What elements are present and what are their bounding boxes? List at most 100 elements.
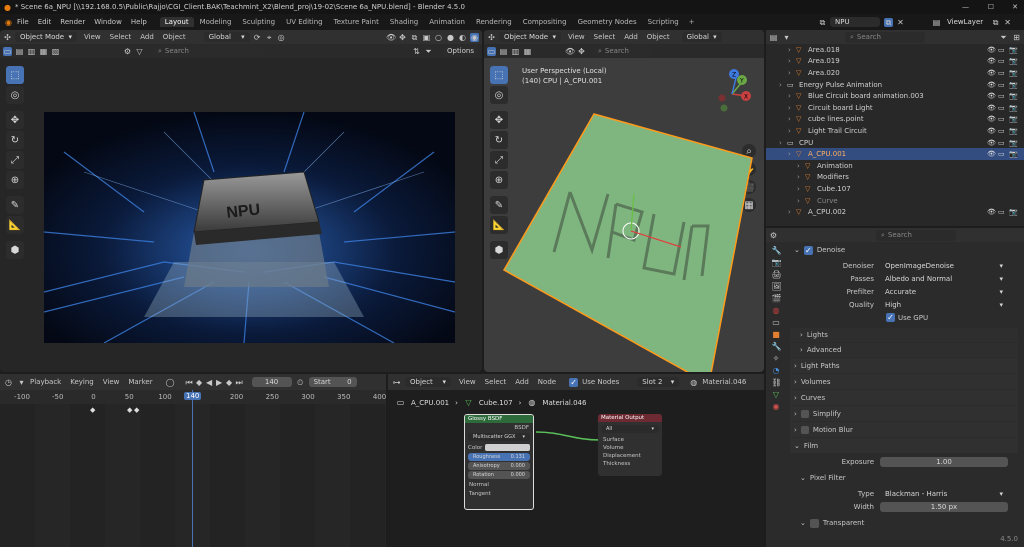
prefilter-dropdown[interactable]: Accurate ▾ <box>880 286 1008 297</box>
select-invert-icon[interactable]: ▦ <box>523 47 532 56</box>
overlay-icon[interactable]: ⧉ <box>410 33 419 42</box>
scale-tool-icon[interactable]: ⤢ <box>6 151 24 169</box>
properties-editor-icon[interactable]: ⚙ <box>769 231 778 240</box>
select-invert-icon[interactable]: ▦ <box>39 47 48 56</box>
outliner-row[interactable]: › ▽ Curve <box>766 195 1024 207</box>
new-scene-icon[interactable]: ⧉ <box>884 17 893 27</box>
close-icon[interactable]: ✕ <box>1012 3 1018 11</box>
outliner-row[interactable]: › ▽ A_CPU.001 👁 ▭ 📷 <box>766 148 1024 160</box>
timeline-menu-view[interactable]: View <box>103 378 120 386</box>
xray-icon[interactable]: ▣ <box>422 33 431 42</box>
maximize-icon[interactable]: ☐ <box>988 3 994 11</box>
shading-material-icon[interactable]: ◐ <box>458 33 467 42</box>
tool-settings-icon[interactable]: ⚙ <box>123 47 132 56</box>
orientation-dropdown[interactable]: Global ▾ <box>203 32 250 42</box>
filter-type-dropdown[interactable]: Blackman - Harris ▾ <box>880 488 1008 499</box>
outliner-row[interactable]: › ▽ Cube.107 <box>766 183 1024 195</box>
tab-texture-paint[interactable]: Texture Paint <box>329 17 384 27</box>
render-disable-icon[interactable]: 📷 <box>1009 150 1020 158</box>
render-disable-icon[interactable]: 📷 <box>1009 57 1020 65</box>
render-tab-icon[interactable]: 📷 <box>772 258 782 267</box>
visibility-eye-icon[interactable]: 👁 <box>987 57 998 65</box>
roughness-field[interactable]: Roughness 0.131 <box>468 453 530 461</box>
render-disable-icon[interactable]: 📷 <box>1009 69 1020 77</box>
disclosure-triangle-icon[interactable]: › <box>788 115 796 123</box>
scene-name-field[interactable]: NPU <box>830 17 880 27</box>
outliner-row[interactable]: › ▽ Modifiers <box>766 172 1024 184</box>
view-layer-name[interactable]: ViewLayer <box>947 18 983 26</box>
rotation-field[interactable]: Rotation 0.000 <box>468 471 530 479</box>
right-menu-view[interactable]: View <box>568 33 585 41</box>
panel-simplify[interactable]: › Simplify <box>790 406 1018 421</box>
annotate-tool-icon[interactable]: ✎ <box>6 196 24 214</box>
tool-tab-icon[interactable]: 🔧 <box>772 246 782 255</box>
right-menu-object[interactable]: Object <box>647 33 670 41</box>
visibility-eye-icon[interactable]: 👁 <box>987 208 998 216</box>
film-panel-header[interactable]: ⌄ Film <box>790 438 1018 453</box>
viewport-disable-icon[interactable]: ▭ <box>998 92 1009 100</box>
tab-sculpting[interactable]: Sculpting <box>237 17 280 27</box>
transparent-checkbox[interactable] <box>809 518 819 528</box>
outliner-row[interactable]: › ▭ Energy Pulse Animation 👁 ▭ 📷 <box>766 79 1024 91</box>
measure-tool-icon[interactable]: 📐 <box>6 216 24 234</box>
viewport-disable-icon[interactable]: ▭ <box>998 57 1009 65</box>
select-subtract-icon[interactable]: ▥ <box>511 47 520 56</box>
next-key-icon[interactable]: ◆ <box>225 378 234 387</box>
viewport-disable-icon[interactable]: ▭ <box>998 81 1009 89</box>
start-frame-field[interactable]: Start 0 <box>308 377 357 387</box>
tab-layout[interactable]: Layout <box>159 17 194 27</box>
visibility-icon[interactable]: 👁 <box>565 47 575 56</box>
world-tab-icon[interactable]: ◍ <box>772 306 781 315</box>
tab-compositing[interactable]: Compositing <box>518 17 572 27</box>
left-menu-add[interactable]: Add <box>140 33 154 41</box>
select-box-icon[interactable]: ▭ <box>487 46 496 56</box>
select-subtract-icon[interactable]: ▥ <box>27 47 36 56</box>
left-menu-view[interactable]: View <box>84 33 101 41</box>
keyframe-diamond[interactable]: ◆ <box>127 406 132 414</box>
scene-tab-icon[interactable]: 🎬 <box>772 294 782 303</box>
disclosure-triangle-icon[interactable]: › <box>788 208 796 216</box>
cursor-tool-icon[interactable]: ◎ <box>6 86 24 104</box>
timeline-menu-marker[interactable]: Marker <box>128 378 152 386</box>
outliner-row[interactable]: › ▽ Area.020 👁 ▭ 📷 <box>766 67 1024 79</box>
keyframe-diamond[interactable]: ◆ <box>90 406 95 414</box>
auto-key-icon[interactable]: ◯ <box>166 378 175 387</box>
current-frame-field[interactable]: 140 <box>251 377 292 387</box>
outliner-search-field[interactable]: ⌕ Search <box>845 31 925 43</box>
color-swatch[interactable] <box>485 444 530 451</box>
right-viewport[interactable]: ✣ Object Mode ▾ View Select Add Object Globa… <box>484 30 764 372</box>
timeline-toggle-icon[interactable]: ▾ <box>17 378 26 387</box>
editor-type-icon[interactable]: ✣ <box>3 33 12 42</box>
display-mode-icon[interactable]: ▾ <box>782 33 791 42</box>
disclosure-triangle-icon[interactable]: › <box>788 92 796 100</box>
subpanel-advanced[interactable]: › Advanced <box>790 343 1018 357</box>
menu-render[interactable]: Render <box>60 18 85 26</box>
sort-icon[interactable]: ⇅ <box>412 47 421 56</box>
data-tab-icon[interactable]: ▽ <box>772 390 781 399</box>
panel-volumes[interactable]: › Volumes <box>790 374 1018 389</box>
view-layer-selector[interactable]: ▤ ViewLayer ⧉ ✕ <box>932 16 1012 28</box>
outliner-row[interactable]: › ▽ Blue Circuit board animation.003 👁 ▭ 📷 <box>766 90 1024 102</box>
disclosure-triangle-icon[interactable]: › <box>797 162 805 170</box>
disclosure-triangle-icon[interactable]: › <box>779 81 787 89</box>
particles-tab-icon[interactable]: ✧ <box>772 354 781 363</box>
select-extend-icon[interactable]: ▤ <box>15 47 24 56</box>
filter-width-field[interactable]: 1.50 px <box>880 501 1008 512</box>
output-target-dropdown[interactable]: All ▾ <box>601 425 659 433</box>
visibility-eye-icon[interactable]: 👁 <box>987 46 998 54</box>
proportional-edit-icon[interactable]: ◎ <box>277 33 286 42</box>
timeline-scrub-area[interactable] <box>0 404 386 547</box>
outliner-row[interactable]: › ▽ Area.018 👁 ▭ 📷 <box>766 44 1024 56</box>
editor-type-icon[interactable]: ✣ <box>487 33 496 42</box>
delete-scene-icon[interactable]: ✕ <box>896 18 905 27</box>
disclosure-triangle-icon[interactable]: › <box>788 127 796 135</box>
left-viewport[interactable]: ✣ Object Mode ▾ View Select Add Object Globa… <box>0 30 482 372</box>
filter-icon[interactable]: ▽ <box>135 47 144 56</box>
anisotropy-field[interactable]: Anisotropy 0.000 <box>468 462 530 470</box>
new-collection-icon[interactable]: ⊞ <box>1012 33 1021 42</box>
denoise-panel-header[interactable]: ⌄ ✓ Denoise <box>790 244 1018 256</box>
outliner-row[interactable]: › ▽ Area.019 👁 ▭ 📷 <box>766 56 1024 68</box>
render-disable-icon[interactable]: 📷 <box>1009 139 1020 147</box>
right-menu-add[interactable]: Add <box>624 33 638 41</box>
selected-plane-object[interactable] <box>484 62 764 372</box>
